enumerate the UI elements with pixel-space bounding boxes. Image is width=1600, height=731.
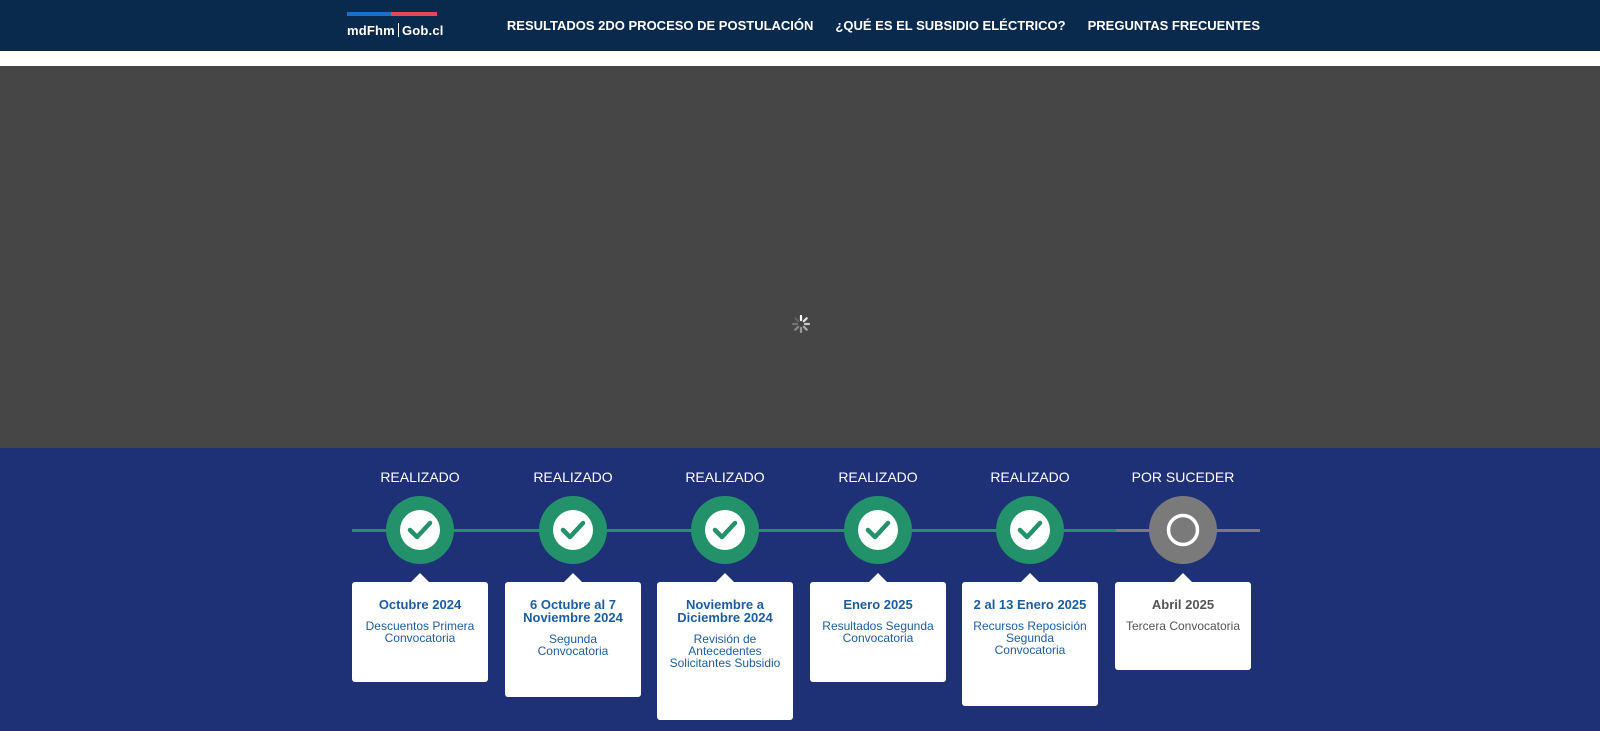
logo-flag-blue <box>347 12 391 16</box>
step-description: Descuentos Primera Convocatoria <box>365 619 475 645</box>
step-card: 6 Octubre al 7 Noviembre 2024 Segunda Co… <box>505 573 641 697</box>
step-description: Segunda Convocatoria <box>537 632 609 658</box>
gob-logo[interactable]: mdFhm Gob.cl <box>347 12 443 40</box>
step-date: Noviembre a Diciembre 2024 <box>677 597 773 625</box>
step-circle <box>996 496 1064 564</box>
step-card: 2 al 13 Enero 2025 Recursos Reposición S… <box>962 573 1098 706</box>
hero-video[interactable] <box>0 66 1600 448</box>
step-card: Octubre 2024 Descuentos Primera Convocat… <box>352 573 488 682</box>
step-status: REALIZADO <box>838 469 918 485</box>
step-description: Resultados Segunda Convocatoria <box>822 619 934 645</box>
timeline-section: REALIZADO Octubre 2024 Descuentos Primer… <box>0 448 1600 731</box>
step-date: 2 al 13 Enero 2025 <box>973 597 1087 612</box>
nav-link-preguntas[interactable]: PREGUNTAS FRECUENTES <box>1088 18 1260 33</box>
loading-spinner-icon <box>791 314 811 334</box>
step-status: REALIZADO <box>990 469 1070 485</box>
step-status: REALIZADO <box>380 469 460 485</box>
step-description: Recursos Reposición Segunda Convocatoria <box>973 619 1087 657</box>
logo-text: mdFhm Gob.cl <box>347 23 444 38</box>
empty-circle-icon <box>1166 513 1200 547</box>
check-icon <box>858 510 898 550</box>
step-circle <box>539 496 607 564</box>
step-status: REALIZADO <box>685 469 765 485</box>
step-circle <box>386 496 454 564</box>
nav-link-resultados[interactable]: RESULTADOS 2DO PROCESO DE POSTULACIÓN <box>507 18 814 33</box>
step-card: Abril 2025 Tercera Convocatoria <box>1115 573 1251 670</box>
main-nav: RESULTADOS 2DO PROCESO DE POSTULACIÓN ¿Q… <box>485 0 1260 51</box>
nav-link-que-es[interactable]: ¿QUÉ ES EL SUBSIDIO ELÉCTRICO? <box>835 18 1065 33</box>
check-icon <box>1010 510 1050 550</box>
check-icon <box>553 510 593 550</box>
step-date: Enero 2025 <box>843 597 913 612</box>
step-card: Enero 2025 Resultados Segunda Convocator… <box>810 573 946 682</box>
logo-flag-red <box>391 12 437 16</box>
logo-divider <box>397 23 399 37</box>
step-description: Tercera Convocatoria <box>1125 619 1241 633</box>
check-icon <box>400 510 440 550</box>
logo-text-right: Gob.cl <box>401 23 444 38</box>
step-date: Octubre 2024 <box>378 597 462 612</box>
logo-text-left: mdFhm <box>347 23 395 38</box>
step-circle <box>691 496 759 564</box>
step-date: 6 Octubre al 7 Noviembre 2024 <box>523 597 623 625</box>
step-description: Revisión de Antecedentes Solicitantes Su… <box>669 632 781 670</box>
step-circle <box>844 496 912 564</box>
step-circle <box>1149 496 1217 564</box>
step-status: POR SUCEDER <box>1131 469 1235 485</box>
check-icon <box>705 510 745 550</box>
step-status: REALIZADO <box>533 469 613 485</box>
site-header: mdFhm Gob.cl RESULTADOS 2DO PROCESO DE PO… <box>0 0 1600 51</box>
step-date: Abril 2025 <box>1151 597 1215 612</box>
step-card: Noviembre a Diciembre 2024 Revisión de A… <box>657 573 793 720</box>
